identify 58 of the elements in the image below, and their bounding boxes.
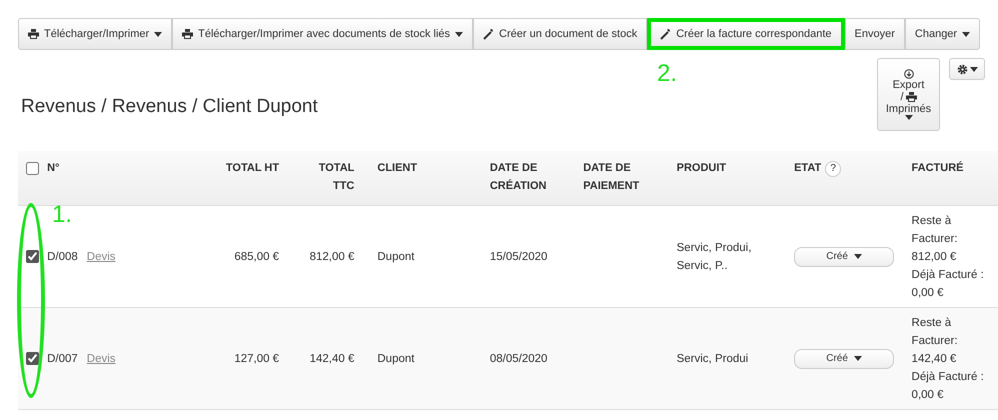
page-title: Revenus / Revenus / Client Dupont	[21, 96, 319, 118]
toolbar-button[interactable]: Changer	[904, 18, 980, 50]
column-header: N°	[47, 162, 60, 174]
table-cell: Servic, Produi, Servic, P..	[676, 242, 752, 272]
table-cell-text: 812,00 €	[912, 250, 958, 264]
column-header: DATE DE PAIEMENT	[583, 162, 640, 192]
status-dropdown[interactable]: Créé	[794, 348, 894, 368]
column-header: DATE DE CRÉATION	[490, 162, 546, 192]
status-dropdown[interactable]: Créé	[794, 246, 894, 266]
settings-button[interactable]	[949, 58, 985, 80]
table-cell: 142,40 €	[310, 352, 354, 364]
column-header: TOTAL TTC	[318, 162, 354, 192]
toolbar-button[interactable]: Télécharger/Imprimer avec documents de stock liés	[172, 18, 474, 50]
document-type-link[interactable]: Devis	[86, 250, 116, 262]
annotation-number: 1.	[52, 203, 72, 227]
annotation-number: 2.	[657, 62, 678, 86]
settings-icon	[956, 64, 968, 74]
table-cell-text: Reste à Facturer:	[912, 316, 959, 348]
printer-icon	[906, 92, 917, 102]
table-cell-text: Déjà Facturé :	[912, 268, 985, 282]
caret-icon	[970, 66, 978, 72]
magic-wand-icon	[660, 28, 672, 40]
download-icon	[904, 69, 914, 79]
table-cell: 15/05/2020	[490, 250, 548, 262]
table-cell: Dupont	[377, 352, 414, 364]
printer-icon	[182, 29, 194, 39]
toolbar-button[interactable]: Télécharger/Imprimer	[18, 18, 172, 50]
table-cell: D/008	[47, 250, 78, 262]
table-cell: 127,00 €	[234, 352, 280, 364]
table-cell-text: 0,00 €	[912, 388, 945, 402]
column-header: FACTURÉ	[912, 162, 964, 174]
column-header: CLIENT	[377, 162, 418, 174]
table-cell: Servic, Produi	[676, 352, 748, 364]
row-checkbox[interactable]	[26, 352, 39, 365]
table-cell: 685,00 €	[234, 250, 280, 262]
printer-icon	[28, 29, 39, 39]
table-cell-text: Reste à Facturer:	[912, 214, 959, 246]
caret-icon	[854, 254, 862, 259]
row-checkbox[interactable]	[26, 250, 39, 263]
column-header: TOTAL HT	[226, 162, 280, 174]
export-button[interactable]: Export / Imprimés	[877, 58, 940, 131]
table-cell-text: Déjà Facturé :	[912, 370, 985, 384]
table-cell-text: 0,00 €	[912, 286, 945, 300]
table-cell: 08/05/2020	[490, 352, 548, 364]
toolbar-button[interactable]: Envoyer	[844, 18, 905, 50]
toolbar-button[interactable]: Créer la facture correspondante	[647, 18, 845, 50]
caret-icon	[904, 115, 912, 120]
toolbar-button[interactable]: Créer un document de stock	[473, 18, 648, 50]
select-all-checkbox[interactable]	[26, 162, 39, 175]
column-header: PRODUIT	[676, 162, 726, 174]
table-cell-text: 142,40 €	[912, 352, 958, 366]
table-cell: D/007	[47, 352, 78, 364]
table-cell: 812,00 €	[310, 250, 354, 262]
caret-icon	[854, 356, 862, 361]
magic-wand-icon	[483, 28, 494, 40]
help-icon[interactable]: ?	[825, 161, 842, 177]
column-header: ETAT	[794, 162, 822, 174]
table-cell: Dupont	[377, 250, 414, 262]
